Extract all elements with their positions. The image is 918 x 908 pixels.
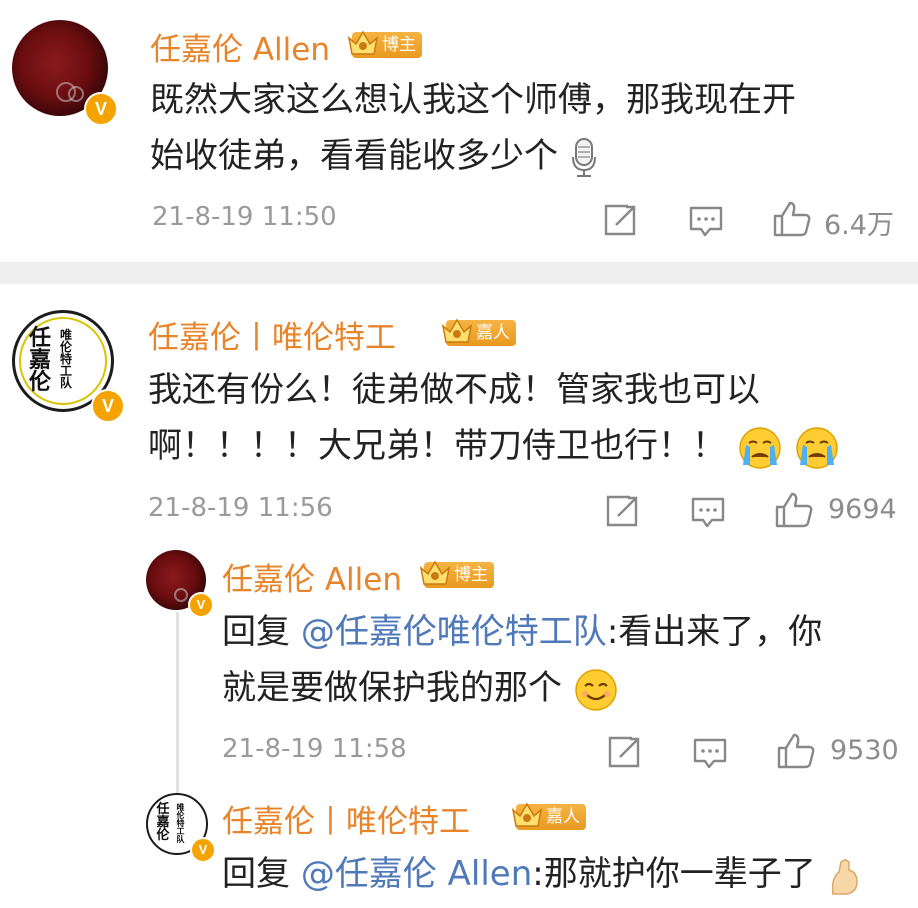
user-mention-link[interactable]: @任嘉伦唯伦特工队	[301, 612, 607, 652]
like-icon[interactable]	[776, 732, 816, 770]
avatar-logo-subtext: 唯伦特工队	[176, 802, 185, 844]
comment-icon[interactable]	[690, 496, 726, 530]
user-badge: 博主	[347, 30, 422, 58]
crying-face-icon	[795, 426, 838, 469]
user-mention-link[interactable]: @任嘉伦 Allen	[301, 854, 532, 894]
share-icon[interactable]	[606, 735, 642, 769]
like-icon[interactable]	[772, 200, 812, 238]
comment-text: 既然大家这么想认我这个师傅，那我现在开 始收徒弟，看看能收多少个	[150, 72, 890, 184]
avatar-logo-subtext: 唯伦特工队	[59, 328, 72, 390]
smile-face-icon	[575, 668, 617, 711]
like-count: 9530	[830, 735, 899, 766]
comment-icon[interactable]	[692, 737, 728, 771]
avatar-logo-text: 任嘉伦	[29, 325, 52, 395]
share-icon[interactable]	[604, 494, 640, 528]
verified-badge-icon: V	[91, 389, 125, 423]
avatar-logo-text: 任嘉伦	[156, 802, 170, 843]
user-badge: 嘉人	[511, 802, 586, 830]
verified-badge-icon: V	[84, 92, 118, 126]
author-name[interactable]: 任嘉伦 Allen	[222, 554, 402, 599]
timestamp: 21-8-19 11:56	[148, 493, 333, 523]
microphone-icon	[571, 137, 596, 177]
author-name[interactable]: 任嘉伦 Allen	[150, 24, 330, 69]
crown-icon	[347, 30, 379, 55]
crying-face-icon	[739, 426, 781, 469]
reply-text: 回复 @任嘉伦唯伦特工队:看出来了，你 就是要做保护我的那个	[222, 604, 902, 716]
verified-badge-icon: V	[188, 592, 214, 618]
crown-icon	[419, 560, 451, 585]
avatar[interactable]: 任嘉伦 唯伦特工队 V	[12, 310, 125, 423]
timestamp: 21-8-19 11:58	[222, 734, 407, 764]
crown-icon	[511, 802, 543, 827]
avatar[interactable]: V	[146, 550, 214, 618]
user-badge: 嘉人	[441, 318, 516, 346]
crown-icon	[441, 318, 473, 343]
author-name[interactable]: 任嘉伦丨唯伦特工	[148, 312, 396, 357]
share-icon[interactable]	[602, 203, 638, 237]
thread-line	[176, 612, 179, 802]
author-name[interactable]: 任嘉伦丨唯伦特工	[222, 796, 470, 841]
like-count: 9694	[828, 494, 897, 525]
reply-text: 回复 @任嘉伦 Allen:那就护你一辈子了	[222, 846, 902, 902]
like-icon[interactable]	[774, 491, 814, 529]
section-divider	[0, 262, 918, 284]
comment-text: 我还有份么！徒弟做不成！管家我也可以 啊！！！！大兄弟！带刀侍卫也行！！	[148, 362, 908, 474]
timestamp: 21-8-19 11:50	[152, 202, 337, 232]
like-count: 6.4万	[824, 210, 894, 241]
avatar[interactable]: V	[12, 20, 118, 126]
flexed-arm-icon	[831, 858, 858, 895]
avatar[interactable]: 任嘉伦 唯伦特工队 V	[146, 793, 216, 863]
comment-icon[interactable]	[688, 205, 724, 239]
verified-badge-icon: V	[190, 837, 216, 863]
user-badge: 博主	[419, 560, 494, 588]
